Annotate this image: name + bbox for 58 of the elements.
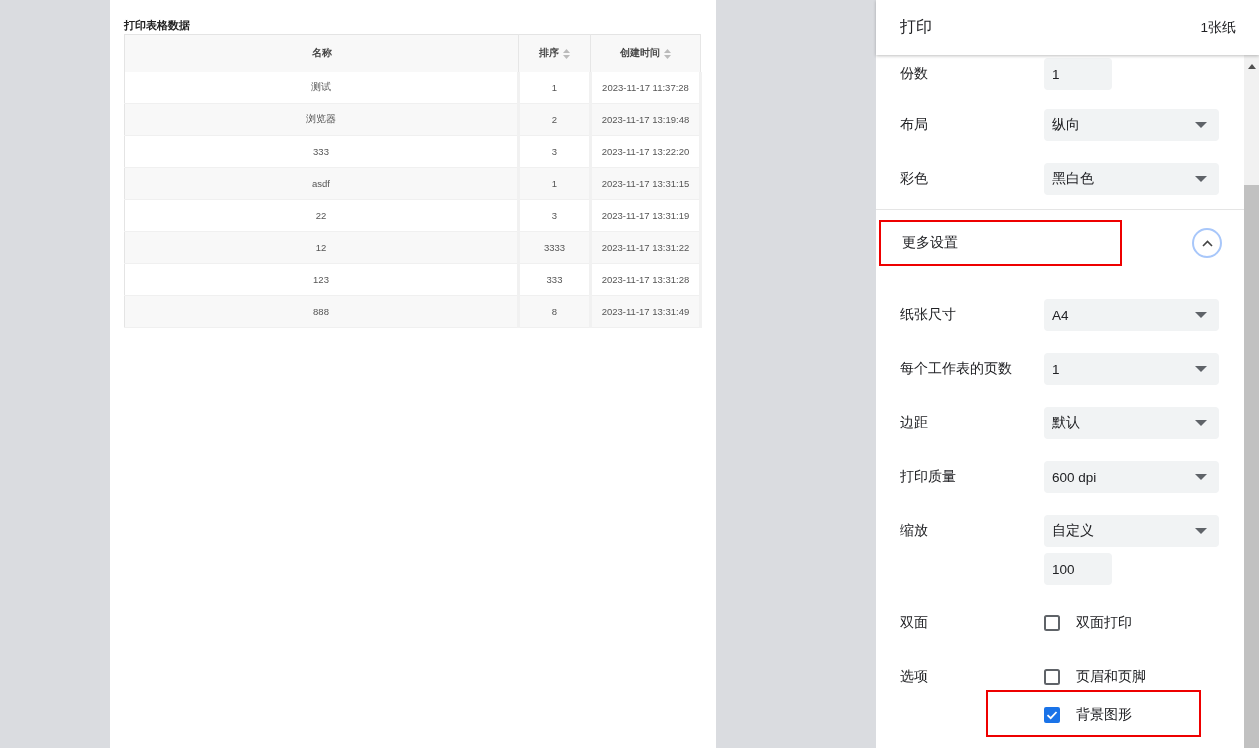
setting-label: 彩色 [900, 170, 929, 188]
select-dropdown[interactable]: A4 [1044, 299, 1219, 331]
table-cell: 2023-11-17 13:31:22 [590, 231, 701, 264]
caret-icon [1195, 366, 1207, 372]
column-header: 名称 [124, 34, 519, 72]
column-header[interactable]: 排序 [518, 34, 591, 72]
table-title: 打印表格数据 [124, 18, 190, 33]
expand-button[interactable] [1192, 228, 1222, 258]
number-field[interactable]: 1 [1044, 58, 1112, 90]
select-dropdown[interactable]: 自定义 [1044, 515, 1219, 547]
setting-label: 双面 [900, 614, 929, 632]
setting-label: 缩放 [900, 522, 929, 540]
setting-label: 每个工作表的页数 [900, 360, 1013, 378]
table-cell: 2023-11-17 13:19:48 [590, 103, 701, 136]
checkbox-label: 页眉和页脚 [1076, 668, 1146, 686]
table-cell: 3333 [518, 231, 591, 264]
caret-icon [1195, 474, 1207, 480]
setting-label: 纸张尺寸 [900, 306, 957, 324]
sort-icon [563, 48, 570, 59]
select-dropdown[interactable]: 黑白色 [1044, 163, 1219, 195]
select-dropdown[interactable]: 600 dpi [1044, 461, 1219, 493]
column-header[interactable]: 创建时间 [590, 34, 701, 72]
table-cell: 2023-11-17 13:31:15 [590, 167, 701, 200]
checkbox[interactable] [1044, 615, 1060, 631]
table-cell: 2 [518, 103, 591, 136]
sort-icon [664, 48, 671, 59]
number-field[interactable]: 100 [1044, 553, 1112, 585]
setting-label: 份数 [900, 65, 929, 83]
table-cell: asdf [124, 167, 519, 200]
setting-label: 选项 [900, 668, 929, 686]
checkbox-label: 双面打印 [1076, 614, 1132, 632]
caret-icon [1195, 122, 1207, 128]
scrollbar[interactable] [1244, 55, 1259, 748]
checkbox[interactable] [1044, 669, 1060, 685]
select-dropdown[interactable]: 1 [1044, 353, 1219, 385]
setting-label: 打印质量 [900, 468, 957, 486]
select-dropdown[interactable]: 默认 [1044, 407, 1219, 439]
caret-icon [1195, 528, 1207, 534]
table-cell: 浏览器 [124, 103, 519, 136]
table-cell: 888 [124, 295, 519, 328]
table-cell: 1 [518, 167, 591, 200]
sheet-count: 1张纸 [1200, 18, 1236, 37]
table-cell: 8 [518, 295, 591, 328]
caret-icon [1195, 176, 1207, 182]
setting-label: 边距 [900, 414, 929, 432]
checkbox[interactable] [1044, 707, 1060, 723]
caret-icon [1195, 420, 1207, 426]
table-cell: 2023-11-17 13:31:49 [590, 295, 701, 328]
panel-title: 打印 [900, 17, 932, 37]
checkbox-label: 背景图形 [1076, 706, 1132, 724]
scroll-thumb[interactable] [1244, 185, 1259, 748]
scroll-up-icon [1247, 64, 1256, 69]
section-label: 更多设置 [902, 235, 958, 250]
chevron-icon [1201, 239, 1213, 247]
select-dropdown[interactable]: 纵向 [1044, 109, 1219, 141]
table-cell: 12 [124, 231, 519, 264]
caret-icon [1195, 312, 1207, 318]
setting-label: 布局 [900, 116, 929, 134]
